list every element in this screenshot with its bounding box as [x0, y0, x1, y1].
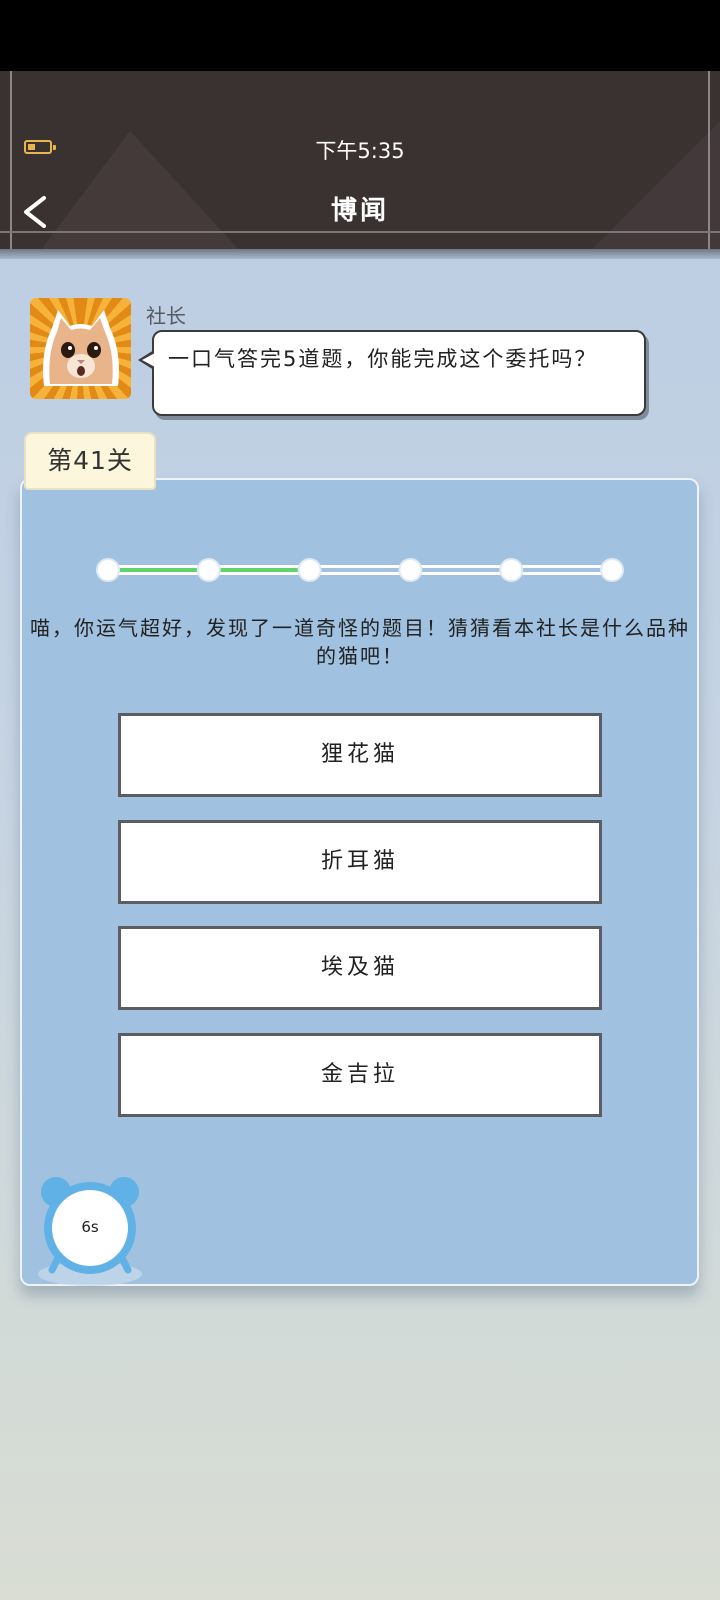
progress-node — [297, 558, 322, 582]
progress-node — [600, 558, 624, 582]
progress-segment-pending — [410, 568, 512, 572]
question-text: 喵，你运气超好，发现了一道奇怪的题目！猜猜看本社长是什么品种的猫吧！ — [30, 616, 690, 668]
progress-segment-pending — [511, 568, 612, 572]
timer-remaining: 6s — [81, 1218, 99, 1236]
option-button[interactable]: 狸花猫 — [118, 713, 602, 797]
progress-track — [96, 558, 624, 582]
progress-node — [499, 558, 524, 582]
progress-node — [96, 558, 120, 582]
progress-node — [398, 558, 423, 582]
option-button[interactable]: 折耳猫 — [118, 820, 602, 904]
progress-segment-pending — [309, 568, 411, 572]
option-button[interactable]: 埃及猫 — [118, 926, 602, 1010]
progress-segment-complete — [108, 568, 209, 572]
progress-node — [196, 558, 221, 582]
progress-segment-complete — [208, 568, 310, 572]
option-button[interactable]: 金吉拉 — [118, 1033, 602, 1117]
